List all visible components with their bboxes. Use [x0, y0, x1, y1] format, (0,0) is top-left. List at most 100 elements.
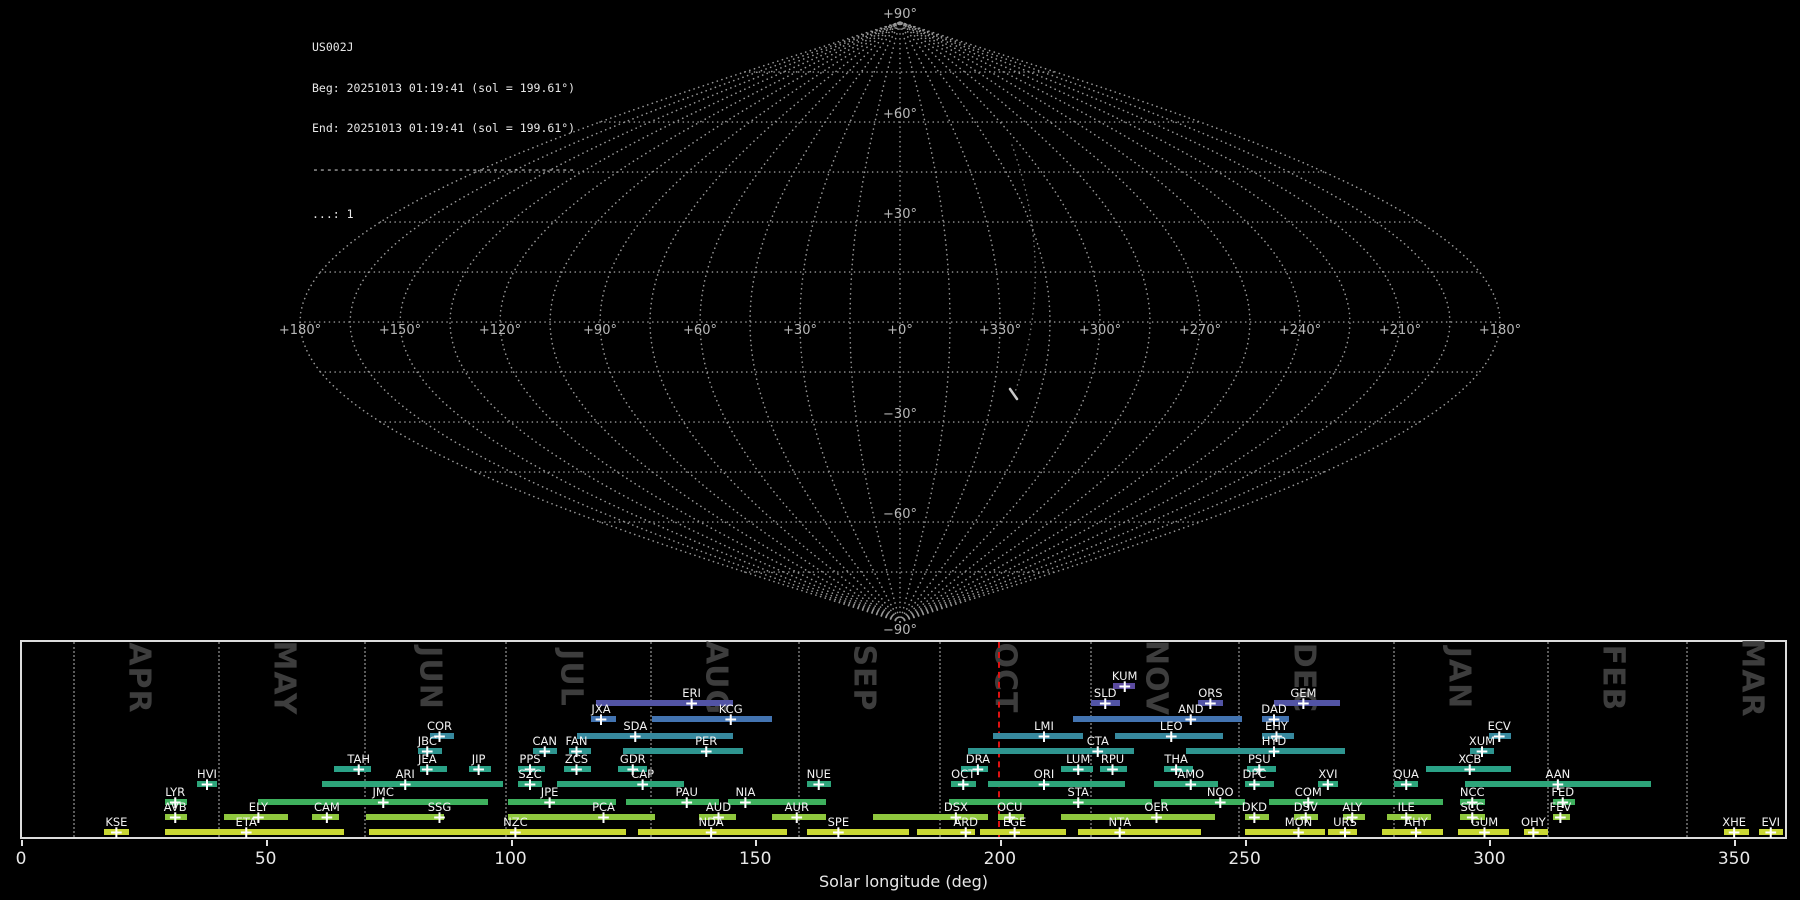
shower-label-amo: AMO [1177, 766, 1205, 781]
shower-label-kum: KUM [1111, 668, 1138, 683]
month-label-oct: OCT [987, 642, 1023, 714]
shower-label-aly: ALY [1342, 799, 1363, 814]
month-label-jun: JUN [412, 646, 448, 710]
screen: +180° +150° +120° +90° +60° +30° +0° +330° +300°… [0, 0, 1800, 900]
meteor-trail-arc [1011, 144, 1036, 399]
longitude-label: +330° [979, 323, 1021, 338]
shower-label-jxa: JXA [591, 701, 611, 716]
month-separator-jul [505, 642, 508, 837]
shower-label-nda: NDA [698, 814, 724, 829]
shower-label-szc: SZC [518, 766, 542, 781]
longitude-label: +90° [583, 323, 617, 338]
shower-label-tha: THA [1164, 751, 1188, 766]
shower-label-and: AND [1178, 701, 1204, 716]
shower-label-eri: ERI [682, 685, 701, 700]
shower-label-lmi: LMI [1034, 718, 1054, 733]
x-tick-label-150: 150 [738, 849, 772, 869]
shower-label-aan: AAN [1545, 766, 1571, 781]
latitude-label: −30° [883, 407, 917, 422]
shower-label-dra: DRA [965, 751, 991, 766]
x-tick-250 [1244, 840, 1247, 846]
shower-bar-and [1073, 716, 1243, 722]
x-tick-label-350: 350 [1717, 849, 1751, 869]
shower-label-pps: PPS [519, 751, 541, 766]
latitude-label: −90° [883, 623, 917, 638]
x-tick-label-200: 200 [983, 849, 1017, 869]
x-tick-label-50: 50 [254, 849, 277, 869]
shower-label-ohy: OHY [1521, 814, 1546, 829]
month-separator-oct [939, 642, 942, 837]
shower-label-ari: ARI [395, 766, 415, 781]
shower-label-sta: STA [1067, 784, 1089, 799]
shower-label-nzc: NZC [503, 814, 528, 829]
longitude-label: +0° [887, 323, 913, 338]
shower-label-pau: PAU [675, 784, 698, 799]
longitude-label: +180° [279, 323, 321, 338]
shower-label-jbc: JBC [417, 733, 437, 748]
month-separator-aug [650, 642, 652, 837]
shower-label-ori: ORI [1033, 766, 1055, 781]
shower-label-dsx: DSX [943, 799, 968, 814]
shower-label-mon: MON [1284, 814, 1313, 829]
shower-label-ard: ARD [953, 814, 979, 829]
shower-bar-ege [980, 829, 1066, 835]
shower-label-cta: CTA [1086, 733, 1109, 748]
x-tick-label-250: 250 [1228, 849, 1261, 869]
shower-label-dkd: DKD [1241, 799, 1268, 814]
shower-label-eta: ETA [235, 814, 257, 829]
shower-label-fev: FEV [1549, 799, 1572, 814]
x-tick-300 [1489, 840, 1492, 846]
begin-time: Beg: 20251013 01:19:41 (sol = 199.61°) [312, 80, 576, 95]
shower-label-ecv: ECV [1487, 718, 1511, 733]
longitude-label: +210° [1379, 323, 1421, 338]
meteor-count: ...: 1 [312, 207, 354, 221]
shower-label-gem: GEM [1290, 685, 1317, 700]
shower-bar-pca [508, 814, 655, 820]
shower-label-aud: AUD [705, 799, 732, 814]
shower-label-nta: NTA [1108, 814, 1132, 829]
shower-label-oct: OCT [951, 766, 976, 781]
longitude-label: +180° [1479, 323, 1521, 338]
shower-label-gdr: GDR [619, 751, 646, 766]
shower-label-cam: CAM [313, 799, 340, 814]
shower-bar-kcg [652, 716, 773, 722]
shower-label-evi: EVI [1761, 814, 1781, 829]
shower-label-ocu: OCU [996, 799, 1023, 814]
shower-label-ncc: NCC [1459, 784, 1485, 799]
shower-label-noo: NOO [1206, 784, 1234, 799]
month-separator-dec [1238, 642, 1241, 837]
shower-label-avb: AVB [163, 799, 187, 814]
shower-label-ehy: EHY [1265, 718, 1288, 733]
shower-label-hyd: HYD [1261, 733, 1287, 748]
shower-bar-nzc [368, 829, 626, 835]
shower-label-zcs: ZCS [564, 751, 589, 766]
month-separator-mar [1686, 642, 1689, 837]
shower-label-jip: JIP [471, 751, 486, 766]
shower-label-xcb: XCB [1458, 751, 1482, 766]
shower-label-urs: URS [1333, 814, 1357, 829]
x-tick-label-300: 300 [1473, 849, 1506, 869]
shower-label-lyr: LYR [165, 784, 186, 799]
longitude-label: +60° [683, 323, 717, 338]
shower-label-nue: NUE [806, 766, 831, 781]
longitude-label: +150° [379, 323, 421, 338]
x-tick-100 [510, 840, 513, 846]
shower-bar-nta [1078, 829, 1201, 835]
shower-label-com: COM [1294, 784, 1322, 799]
shower-label-ors: ORS [1198, 685, 1223, 700]
shower-label-ege: EGE [1002, 814, 1027, 829]
shower-label-dpc: DPC [1242, 766, 1267, 781]
shower-bar-sta [948, 799, 1152, 805]
month-separator-jun [363, 642, 366, 837]
month-separator-apr [72, 642, 75, 837]
shower-bar-oer [1061, 814, 1216, 820]
shower-label-cor: COR [426, 718, 453, 733]
x-tick-0 [21, 840, 23, 846]
shower-label-kse: KSE [105, 814, 128, 829]
month-label-sep: SEP [846, 644, 882, 712]
longitude-label: +300° [1079, 323, 1121, 338]
shower-bar-noo [1161, 799, 1245, 805]
shower-label-dsv: DSV [1293, 799, 1318, 814]
shower-label-hvi: HVI [197, 766, 217, 781]
longitude-label: +30° [783, 323, 817, 338]
